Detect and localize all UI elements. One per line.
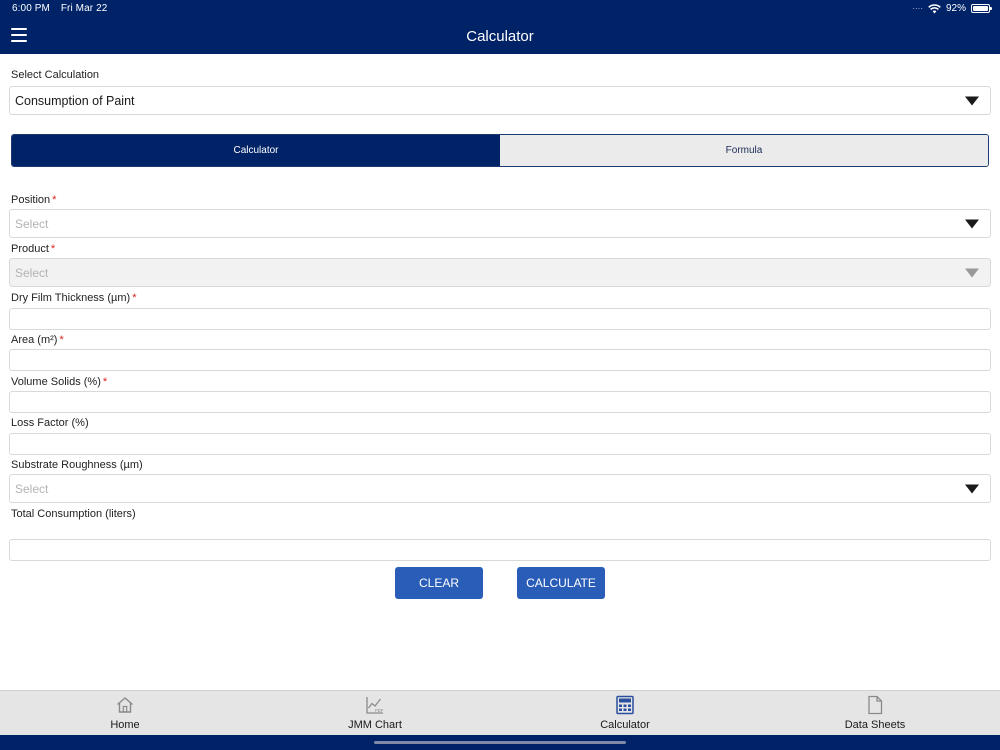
battery-percent: 92% bbox=[945, 3, 966, 14]
chevron-down-icon bbox=[965, 268, 979, 277]
position-placeholder: Select bbox=[15, 216, 49, 231]
chart-pdf-icon: PDF bbox=[366, 697, 384, 714]
tab-formula[interactable]: Formula bbox=[500, 135, 988, 166]
nav-label-home: Home bbox=[110, 719, 140, 731]
dft-label: Dry Film Thickness (µm) * bbox=[11, 292, 136, 304]
volume-solids-label: Volume Solids (%) * bbox=[11, 376, 107, 388]
select-calculation-dropdown[interactable]: Consumption of Paint bbox=[9, 86, 991, 115]
calculator-icon bbox=[616, 695, 634, 715]
volume-solids-label-text: Volume Solids (%) bbox=[11, 376, 101, 388]
substrate-roughness-label: Substrate Roughness (µm) bbox=[11, 459, 143, 471]
status-date: Fri Mar 22 bbox=[60, 3, 108, 14]
substrate-roughness-select[interactable]: Select bbox=[9, 474, 991, 503]
loss-factor-input[interactable] bbox=[9, 433, 991, 455]
required-marker: * bbox=[102, 376, 108, 388]
status-bar-right: ···· 92% bbox=[912, 3, 992, 14]
nav-item-jmm-chart[interactable]: PDF JMM Chart bbox=[250, 691, 500, 735]
chevron-down-icon bbox=[965, 484, 979, 493]
required-marker: * bbox=[50, 243, 56, 255]
signal-dots-icon: ···· bbox=[912, 4, 923, 13]
required-marker: * bbox=[59, 334, 64, 346]
bottom-navigation: Home PDF JMM Chart Calculator Data Sheet… bbox=[0, 690, 1000, 735]
clear-button[interactable]: CLEAR bbox=[395, 567, 483, 599]
total-consumption-label: Total Consumption (liters) bbox=[11, 508, 136, 520]
document-icon bbox=[868, 695, 883, 715]
nav-item-data-sheets[interactable]: Data Sheets bbox=[750, 691, 1000, 735]
chevron-down-icon bbox=[965, 219, 979, 228]
nav-label-data-sheets: Data Sheets bbox=[844, 719, 906, 731]
app-root: 6:00 PM Fri Mar 22 ···· 92% Calculator S… bbox=[0, 0, 1000, 750]
status-time: 6:00 PM bbox=[12, 3, 50, 14]
nav-label-jmm-chart: JMM Chart bbox=[348, 719, 402, 731]
position-label-text: Position bbox=[11, 194, 51, 206]
wifi-icon bbox=[928, 3, 941, 13]
nav-label-calculator: Calculator bbox=[600, 719, 650, 731]
chevron-down-icon bbox=[965, 96, 979, 105]
product-label: Product * bbox=[11, 243, 55, 255]
total-consumption-output bbox=[9, 539, 991, 561]
loss-factor-label: Loss Factor (%) bbox=[11, 417, 89, 429]
select-calculation-value: Consumption of Paint bbox=[15, 93, 135, 108]
product-placeholder: Select bbox=[15, 265, 49, 280]
substrate-roughness-placeholder: Select bbox=[15, 481, 49, 496]
battery-icon bbox=[971, 4, 992, 13]
home-icon bbox=[117, 697, 133, 713]
header-bar: 6:00 PM Fri Mar 22 ···· 92% Calculator bbox=[0, 0, 1000, 54]
page-title: Calculator bbox=[466, 28, 534, 45]
select-calculation-label: Select Calculation bbox=[11, 69, 100, 81]
tab-calculator[interactable]: Calculator bbox=[12, 135, 500, 166]
status-bar-left: 6:00 PM Fri Mar 22 bbox=[12, 3, 115, 14]
home-indicator-bar bbox=[0, 735, 1000, 750]
dft-label-text: Dry Film Thickness (µm) bbox=[11, 292, 131, 304]
mode-tabs: Calculator Formula bbox=[11, 134, 989, 167]
dft-input[interactable] bbox=[9, 308, 991, 330]
required-marker: * bbox=[132, 292, 137, 304]
position-select[interactable]: Select bbox=[9, 209, 991, 238]
area-label-text: Area (m²) bbox=[11, 334, 58, 346]
required-marker: * bbox=[52, 194, 57, 206]
svg-text:PDF: PDF bbox=[375, 708, 384, 713]
area-input[interactable] bbox=[9, 349, 991, 371]
nav-item-calculator[interactable]: Calculator bbox=[500, 691, 750, 735]
product-select[interactable]: Select bbox=[9, 258, 991, 287]
nav-item-home[interactable]: Home bbox=[0, 691, 250, 735]
volume-solids-input[interactable] bbox=[9, 391, 991, 413]
area-label: Area (m²) * bbox=[11, 334, 64, 346]
home-indicator[interactable] bbox=[374, 741, 626, 744]
position-label: Position * bbox=[11, 194, 56, 206]
calculate-button[interactable]: CALCULATE bbox=[517, 567, 605, 599]
product-label-text: Product bbox=[11, 243, 49, 255]
